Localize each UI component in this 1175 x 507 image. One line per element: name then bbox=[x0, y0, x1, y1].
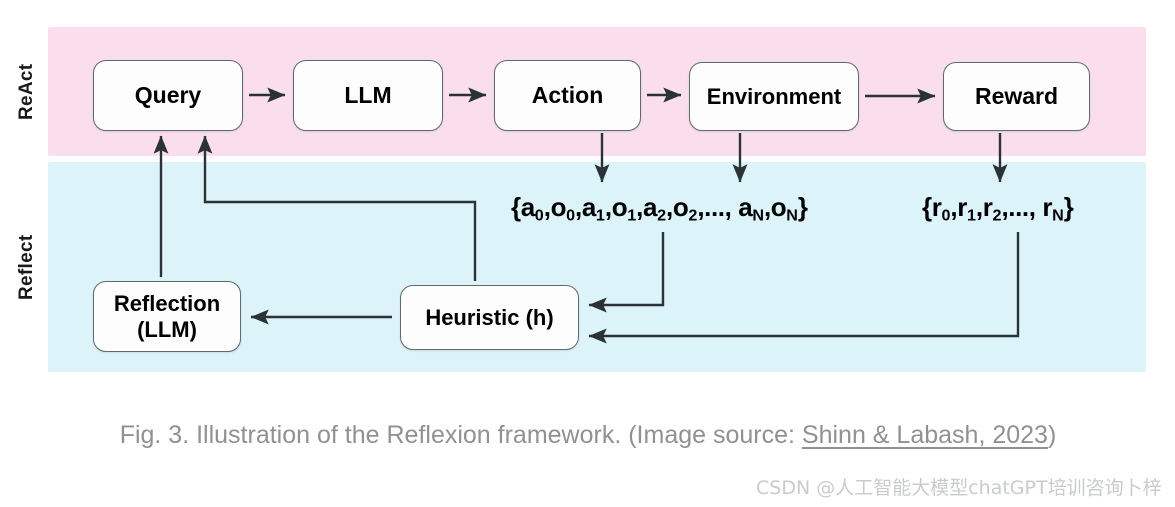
node-environment[interactable]: Environment bbox=[689, 62, 859, 131]
trajectory-part-0: {a bbox=[511, 192, 535, 222]
trajectory-part-13: N bbox=[752, 206, 764, 225]
trajectory-part-5: 1 bbox=[595, 206, 605, 225]
trajectory-part-16: } bbox=[797, 192, 808, 222]
node-heuristic-label: Heuristic (h) bbox=[425, 304, 554, 330]
node-action-label: Action bbox=[531, 81, 604, 108]
node-heuristic[interactable]: Heuristic (h) bbox=[400, 285, 579, 350]
rewards-part-8: } bbox=[1063, 192, 1074, 222]
rewards-part-3: 1 bbox=[966, 206, 976, 225]
rewards-part-6: ,..., r bbox=[1001, 192, 1053, 222]
node-query[interactable]: Query bbox=[93, 60, 243, 131]
node-environment-label: Environment bbox=[706, 83, 842, 109]
trajectory-part-11: 2 bbox=[688, 206, 698, 225]
node-reflection[interactable]: Reflection (LLM) bbox=[93, 281, 241, 352]
caption-text-after: ) bbox=[1047, 421, 1057, 449]
react-band-label: ReAct bbox=[16, 63, 37, 120]
trajectory-part-8: ,a bbox=[636, 192, 658, 222]
trajectory-part-14: ,o bbox=[763, 192, 787, 222]
reflexion-framework-figure: ReAct Reflect Query LLM Action Environme… bbox=[0, 0, 1175, 507]
csdn-watermark: CSDN @人工智能大模型chatGPT培训咨询卜梓 bbox=[756, 477, 1162, 499]
node-reward[interactable]: Reward bbox=[943, 62, 1090, 131]
rewards-part-7: N bbox=[1052, 206, 1064, 225]
trajectory-part-4: ,a bbox=[575, 192, 596, 222]
node-reward-label: Reward bbox=[974, 82, 1059, 109]
trajectory-part-12: ,..., a bbox=[697, 192, 753, 222]
reflect-band-label: Reflect bbox=[16, 234, 37, 300]
rewards-part-4: ,r bbox=[975, 192, 993, 222]
caption-source-link[interactable]: Shinn & Labash, 2023 bbox=[802, 421, 1048, 449]
rewards-part-2: ,r bbox=[950, 192, 967, 222]
trajectory-part-7: 1 bbox=[627, 206, 637, 225]
node-action[interactable]: Action bbox=[494, 60, 641, 131]
node-llm[interactable]: LLM bbox=[293, 60, 443, 131]
node-llm-label: LLM bbox=[344, 81, 392, 108]
node-reflection-label: Reflection (LLM) bbox=[114, 291, 220, 343]
rewards-set-notation: {r0,r1,r2,..., rN} bbox=[922, 192, 1074, 226]
node-reflection-line1: Reflection bbox=[113, 290, 221, 316]
trajectory-part-9: 2 bbox=[657, 206, 667, 225]
node-query-label: Query bbox=[134, 81, 202, 108]
figure-caption: Fig. 3. Illustration of the Reflexion fr… bbox=[62, 418, 1114, 454]
trajectory-part-1: 0 bbox=[534, 206, 544, 225]
caption-text-before: Fig. 3. Illustration of the Reflexion fr… bbox=[119, 421, 802, 449]
rewards-part-0: {r bbox=[922, 192, 942, 222]
trajectory-part-10: ,o bbox=[666, 192, 689, 222]
trajectory-part-3: 0 bbox=[566, 206, 576, 225]
trajectory-set-notation: {a0,o0,a1,o1,a2,o2,..., aN,oN} bbox=[511, 192, 808, 226]
node-reflection-line2: (LLM) bbox=[137, 316, 197, 342]
trajectory-part-6: ,o bbox=[604, 192, 628, 222]
trajectory-part-15: N bbox=[786, 206, 798, 225]
trajectory-part-2: ,o bbox=[543, 192, 567, 222]
